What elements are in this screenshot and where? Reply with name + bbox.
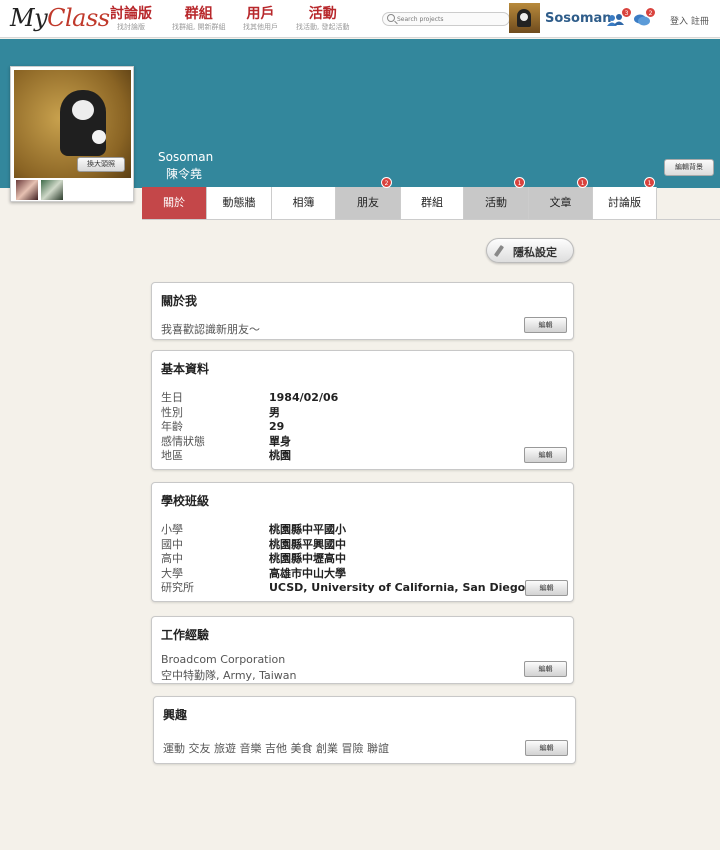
- field-label: 大學: [161, 566, 183, 580]
- tab-friends[interactable]: 朋友 2: [336, 177, 401, 219]
- field-label: 年齡: [161, 420, 183, 433]
- field-value: 桃園縣中壢高中: [269, 552, 346, 565]
- work-line: 空中特勤隊, Army, Taiwan: [161, 669, 297, 682]
- nav-groups-label: 群組: [184, 6, 213, 22]
- field-label: 感情狀態: [161, 434, 205, 448]
- nav-forums[interactable]: 討論版 找討論版: [110, 6, 152, 32]
- section-title: 基本資料: [161, 362, 210, 376]
- section-title: 工作經驗: [161, 628, 210, 642]
- logo-prefix: My: [10, 4, 48, 32]
- field-label: 生日: [161, 391, 183, 404]
- edit-about-button[interactable]: 編輯: [524, 317, 567, 333]
- nav-groups-sub: 找群組, 開新群組: [172, 23, 226, 31]
- work-section: 工作經驗 Broadcom Corporation 空中特勤隊, Army, T…: [151, 616, 574, 684]
- field-label: 地區: [161, 449, 183, 462]
- field-value: UCSD, University of California, San Dieg…: [269, 581, 526, 594]
- myclass-logo[interactable]: MyClass: [10, 4, 110, 32]
- field-value: 桃園: [269, 449, 291, 462]
- register-link[interactable]: 註冊: [691, 17, 709, 27]
- tab-events-label: 活動: [485, 196, 507, 209]
- field-value: 單身: [269, 434, 291, 448]
- about-me-section: 關於我 我喜歡認識新朋友～ 編輯: [151, 282, 574, 340]
- field-value: 高雄市中山大學: [269, 566, 346, 580]
- nav-events[interactable]: 活動 找活動, 發起活動: [296, 6, 349, 32]
- field-label: 研究所: [161, 581, 194, 594]
- nav-forums-label: 討論版: [110, 6, 152, 22]
- edit-work-button[interactable]: 編輯: [524, 661, 567, 677]
- field-value: 男: [269, 405, 280, 419]
- privacy-settings-button[interactable]: 隱私設定: [486, 238, 574, 263]
- tab-forums-badge: 1: [644, 177, 655, 188]
- profile-name-zh: 陳令堯: [166, 167, 203, 181]
- tab-wall[interactable]: 動態牆: [207, 187, 272, 219]
- pencil-icon: [493, 244, 505, 258]
- section-title: 學校班級: [161, 494, 210, 508]
- messages[interactable]: 2: [633, 7, 656, 26]
- tab-events[interactable]: 活動 1: [464, 177, 529, 219]
- field-value: 桃園縣中平國小: [269, 523, 346, 536]
- edit-interests-button[interactable]: 編輯: [525, 740, 568, 756]
- tab-about[interactable]: 關於: [142, 187, 207, 219]
- photo-thumbnail[interactable]: [41, 180, 63, 200]
- edit-school-button[interactable]: 編輯: [525, 580, 568, 596]
- tab-forums[interactable]: 討論版 1: [593, 177, 657, 219]
- edit-basic-button[interactable]: 編輯: [524, 447, 567, 463]
- basic-info-section: 基本資料 生日 1984/02/06 性別 男 年齡 29 感情狀態 單身 地區…: [151, 350, 574, 470]
- change-photo-button[interactable]: 換大頭照: [77, 157, 125, 172]
- top-navigation-bar: MyClass 討論版 找討論版 群組 找群組, 開新群組 用戶 找其他用戶 活…: [0, 0, 720, 38]
- section-title: 興趣: [163, 708, 188, 722]
- work-line: Broadcom Corporation: [161, 653, 286, 666]
- search-input[interactable]: [397, 13, 505, 25]
- tab-articles[interactable]: 文章 1: [529, 177, 593, 219]
- profile-photo-card: 換大頭照: [10, 66, 134, 202]
- interests-text: 運動 交友 旅遊 音樂 吉他 美食 創業 冒險 聯誼: [163, 742, 389, 755]
- tab-albums[interactable]: 相簿: [272, 187, 336, 219]
- school-section: 學校班級 小學 桃園縣中平國小 國中 桃園縣平興國中 高中 桃園縣中壢高中 大學…: [151, 482, 574, 602]
- tab-groups[interactable]: 群組: [401, 187, 464, 219]
- tabs-divider: [142, 219, 720, 220]
- nav-users[interactable]: 用戶 找其他用戶: [243, 6, 278, 32]
- tab-about-label: 關於: [163, 196, 185, 209]
- user-avatar[interactable]: [509, 3, 540, 33]
- nav-forums-sub: 找討論版: [117, 23, 145, 31]
- logo-accent: Class: [47, 4, 110, 32]
- edit-cover-button[interactable]: 編輯背景: [664, 159, 714, 176]
- field-label: 小學: [161, 523, 183, 536]
- field-value: 1984/02/06: [269, 391, 339, 404]
- nav-events-label: 活動: [308, 6, 337, 22]
- field-label: 國中: [161, 537, 183, 551]
- tab-articles-badge: 1: [577, 177, 588, 188]
- tab-forums-label: 討論版: [608, 196, 641, 209]
- search-icon: [387, 14, 395, 22]
- auth-links: 登入 註冊: [670, 14, 709, 27]
- login-link[interactable]: 登入: [670, 17, 688, 27]
- nav-users-sub: 找其他用戶: [243, 23, 278, 31]
- tab-wall-label: 動態牆: [222, 196, 256, 209]
- tab-events-badge: 1: [514, 177, 525, 188]
- privacy-settings-label: 隱私設定: [513, 246, 557, 259]
- top-username[interactable]: Sosoman: [545, 11, 612, 26]
- field-label: 性別: [161, 405, 183, 419]
- messages-badge: 2: [645, 7, 656, 18]
- about-me-text: 我喜歡認識新朋友～: [161, 323, 260, 336]
- nav-events-sub: 找活動, 發起活動: [296, 23, 350, 31]
- nav-users-label: 用戶: [246, 6, 275, 22]
- friend-requests[interactable]: 3: [607, 7, 632, 26]
- section-title: 關於我: [161, 294, 198, 308]
- profile-name-en: Sosoman: [158, 150, 214, 164]
- tab-friends-label: 朋友: [357, 196, 379, 209]
- tab-friends-badge: 2: [381, 177, 392, 188]
- nav-groups[interactable]: 群組 找群組, 開新群組: [172, 6, 225, 32]
- tab-groups-label: 群組: [421, 196, 443, 209]
- field-value: 桃園縣平興國中: [269, 537, 346, 551]
- interests-section: 興趣 運動 交友 旅遊 音樂 吉他 美食 創業 冒險 聯誼 編輯: [153, 696, 576, 764]
- friend-requests-badge: 3: [621, 7, 632, 18]
- tab-articles-label: 文章: [549, 196, 572, 209]
- field-value: 29: [269, 420, 285, 433]
- field-label: 高中: [161, 552, 183, 565]
- search-box: [382, 12, 510, 26]
- photo-thumbnail[interactable]: [16, 180, 38, 200]
- tab-albums-label: 相簿: [292, 196, 315, 209]
